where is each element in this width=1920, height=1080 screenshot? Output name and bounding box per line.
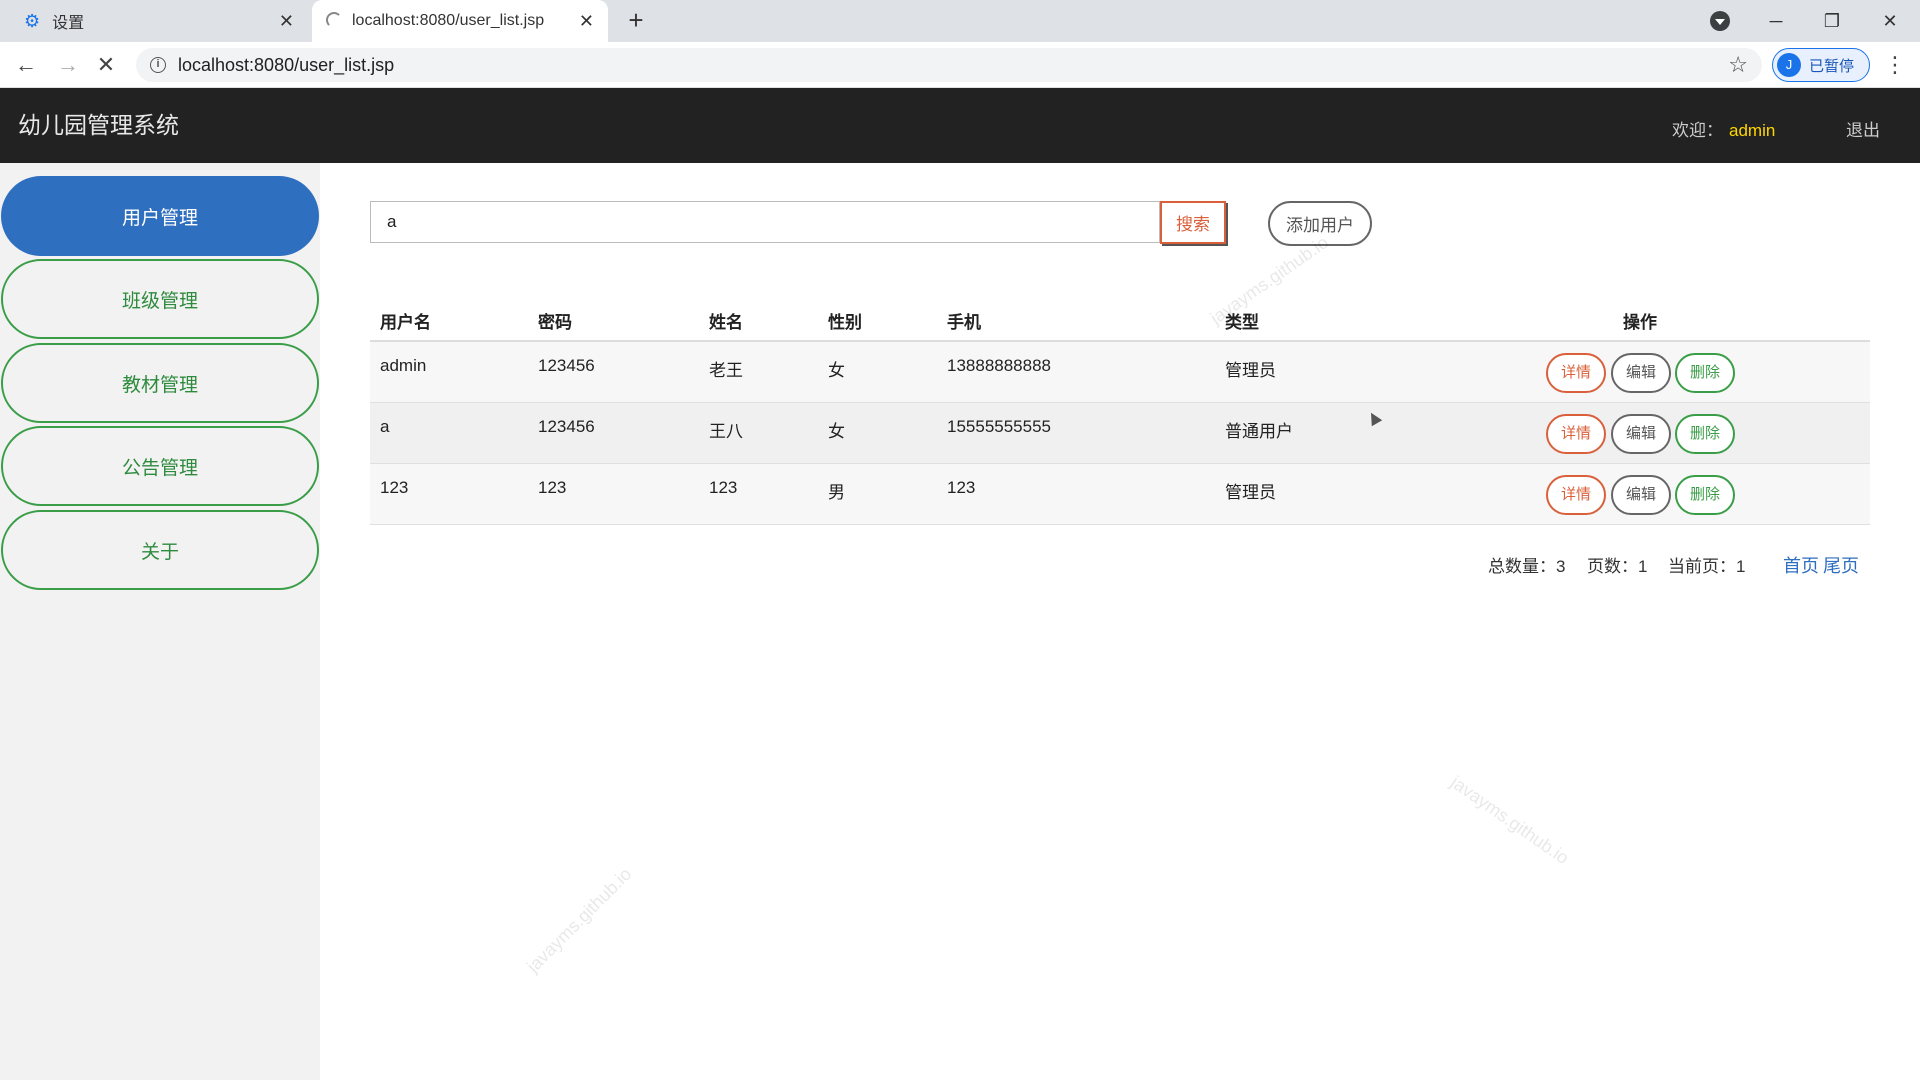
detail-button[interactable]: 详情 [1546,353,1606,393]
menu-kebab-icon[interactable]: ⋮ [1884,50,1906,80]
cell-username: admin [380,356,427,375]
gear-icon: ⚙ [24,10,41,31]
detail-button[interactable]: 详情 [1546,475,1606,515]
forward-arrow-icon[interactable]: → [52,50,84,80]
column-header-gender: 性别 [828,313,862,332]
table-row: admin 123456 老王 女 13888888888 管理员 详情 编辑 … [370,342,1870,403]
column-header-password: 密码 [538,313,572,332]
browser-toolbar: ← → ✕ i localhost:8080/user_list.jsp ☆ J… [0,42,1920,88]
profile-status-text: 已暂停 [1809,57,1855,75]
welcome-text: 欢迎： admin [1672,116,1775,141]
table-row: a 123456 王八 女 15555555555 普通用户 详情 编辑 删除 [370,403,1870,464]
url-text[interactable]: localhost:8080/user_list.jsp [178,55,394,76]
cell-username: 123 [380,478,409,497]
search-button[interactable]: 搜索 [1160,201,1226,244]
total-label: 总数量： [1488,557,1556,576]
bookmark-star-icon[interactable]: ☆ [1728,52,1748,78]
profile-paused-button[interactable]: J 已暂停 [1772,48,1870,82]
current-username: admin [1729,121,1776,140]
window-close-button[interactable]: ✕ [1862,0,1918,42]
stop-loading-icon[interactable]: ✕ [90,50,122,80]
logout-link[interactable]: 退出 [1846,116,1880,141]
first-page-link[interactable]: 首页 [1783,552,1819,578]
last-page-link[interactable]: 尾页 [1823,552,1859,578]
sidebar-item-about[interactable]: 关于 [1,510,319,590]
app-header: 幼儿园管理系统 欢迎： admin 退出 [0,88,1920,163]
info-icon[interactable]: i [150,57,166,73]
tab-label: 设置 [52,15,85,32]
loading-spinner-icon [326,12,342,28]
cell-gender: 男 [828,483,845,502]
welcome-label: 欢迎： [1672,121,1723,140]
cell-password: 123456 [538,417,595,436]
cell-type: 管理员 [1225,361,1276,380]
pages-label: 页数： [1587,557,1638,576]
tab-settings[interactable]: ⚙ 设置 ✕ [0,0,308,42]
browser-tabstrip: ⚙ 设置 ✕ localhost:8080/user_list.jsp ✕ + … [0,0,1920,42]
back-arrow-icon[interactable]: ← [10,50,42,80]
cell-gender: 女 [828,361,845,380]
close-icon[interactable]: ✕ [279,11,294,31]
column-header-username: 用户名 [380,313,431,332]
address-bar[interactable]: i localhost:8080/user_list.jsp ☆ [136,48,1762,82]
page-title: 幼儿园管理系统 [18,112,179,138]
column-header-phone: 手机 [947,313,981,332]
avatar: J [1777,53,1801,77]
column-header-actions: 操作 [1623,313,1657,332]
tab-search-icon[interactable] [1710,11,1730,31]
delete-button[interactable]: 删除 [1675,475,1735,515]
current-page: 当前页：1 [1668,552,1745,577]
sidebar-item-users[interactable]: 用户管理 [1,176,319,256]
cell-phone: 123 [947,478,976,497]
cell-phone: 13888888888 [947,356,1052,375]
edit-button[interactable]: 编辑 [1611,414,1671,454]
delete-button[interactable]: 删除 [1675,353,1735,393]
minimize-button[interactable]: ─ [1748,0,1804,42]
user-table: 用户名 密码 姓名 性别 手机 类型 操作 admin 123456 老王 女 … [370,298,1870,525]
cell-gender: 女 [828,422,845,441]
detail-button[interactable]: 详情 [1546,414,1606,454]
tab-user-list[interactable]: localhost:8080/user_list.jsp ✕ [312,0,608,42]
sidebar-item-classes[interactable]: 班级管理 [1,259,319,339]
cell-name: 老王 [709,361,743,380]
cell-name: 123 [709,478,738,497]
sidebar-item-notices[interactable]: 公告管理 [1,426,319,506]
page-count: 页数：1 [1587,552,1647,577]
pages-value: 1 [1638,557,1648,576]
edit-button[interactable]: 编辑 [1611,475,1671,515]
restore-button[interactable]: ❐ [1804,0,1860,42]
cell-password: 123 [538,478,567,497]
table-header: 用户名 密码 姓名 性别 手机 类型 操作 [370,298,1870,342]
watermark: javayms.github.io [522,863,636,977]
cell-type: 管理员 [1225,483,1276,502]
tab-label: localhost:8080/user_list.jsp [352,12,545,29]
watermark: javayms.github.io [1447,772,1573,869]
search-input[interactable] [370,201,1160,243]
sidebar: 用户管理 班级管理 教材管理 公告管理 关于 [0,163,320,1080]
table-row: 123 123 123 男 123 管理员 详情 编辑 删除 [370,464,1870,525]
edit-button[interactable]: 编辑 [1611,353,1671,393]
cell-type: 普通用户 [1225,422,1293,441]
cell-phone: 15555555555 [947,417,1052,436]
total-count: 总数量：3 [1488,552,1565,577]
current-value: 1 [1736,557,1746,576]
close-icon[interactable]: ✕ [579,11,594,31]
column-header-name: 姓名 [709,313,743,332]
current-label: 当前页： [1668,557,1736,576]
sidebar-item-textbooks[interactable]: 教材管理 [1,343,319,423]
total-value: 3 [1556,557,1566,576]
cell-name: 王八 [709,422,743,441]
new-tab-button[interactable]: + [620,6,652,36]
cell-username: a [380,417,390,436]
delete-button[interactable]: 删除 [1675,414,1735,454]
cell-password: 123456 [538,356,595,375]
